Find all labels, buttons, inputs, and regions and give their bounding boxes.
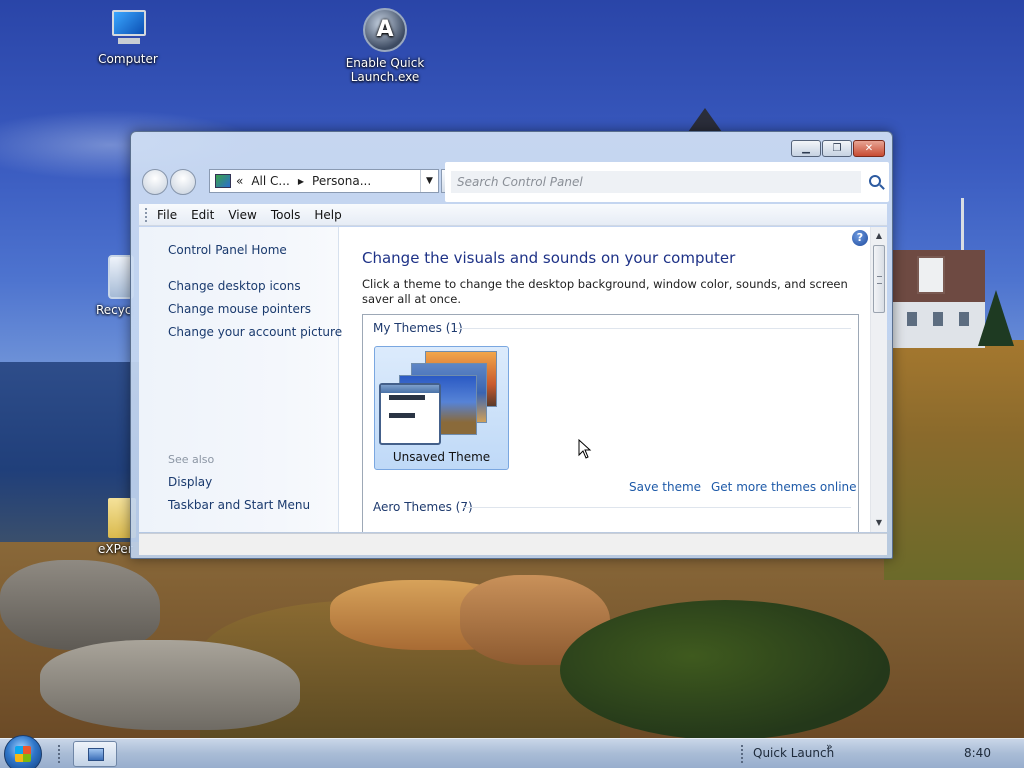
- save-theme-link[interactable]: Save theme: [629, 480, 701, 494]
- search-icon[interactable]: [869, 175, 881, 187]
- taskbar-grip[interactable]: [58, 745, 62, 763]
- taskbar-button-personalization[interactable]: [73, 741, 117, 767]
- mouse-cursor-icon: [578, 439, 592, 459]
- vertical-scrollbar[interactable]: ▲ ▼: [870, 227, 887, 532]
- menu-bar: File Edit View Tools Help: [139, 204, 887, 226]
- close-button[interactable]: ✕: [853, 140, 885, 157]
- wallpaper-tower: [688, 108, 722, 132]
- menu-grip: [145, 208, 148, 222]
- theme-name: Unsaved Theme: [392, 450, 491, 464]
- change-account-picture-link[interactable]: Change your account picture: [168, 325, 342, 339]
- wallpaper-rock: [40, 640, 300, 730]
- themes-list: My Themes (1) Unsaved Theme Save theme G…: [362, 314, 859, 532]
- theme-thumbnail: [379, 351, 505, 447]
- back-button[interactable]: [142, 169, 168, 195]
- breadcrumb-separator-icon[interactable]: ▶: [298, 177, 304, 186]
- personalization-window: ▁ ❐ ✕ « All C... ▶ Persona... ▼ ↻ Search…: [130, 131, 893, 559]
- quick-launch-chevron-icon[interactable]: »: [826, 740, 833, 753]
- desktop-icon-label: eXPer: [98, 542, 133, 556]
- desktop-icon-computer[interactable]: Computer: [68, 10, 188, 66]
- main-pane: Change the visuals and sounds on your co…: [362, 227, 867, 532]
- start-button[interactable]: [4, 735, 42, 768]
- window-app-icon: [88, 748, 104, 761]
- page-title: Change the visuals and sounds on your co…: [362, 249, 736, 267]
- taskbar-grip[interactable]: [741, 745, 745, 763]
- taskbar-start-menu-link[interactable]: Taskbar and Start Menu: [168, 498, 310, 512]
- navigation-bar: « All C... ▶ Persona... ▼ ↻ Search Contr…: [139, 162, 889, 202]
- close-icon: ✕: [864, 143, 874, 154]
- page-description: Click a theme to change the desktop back…: [362, 277, 848, 306]
- menu-file[interactable]: File: [157, 208, 177, 222]
- get-more-themes-link[interactable]: Get more themes online: [711, 480, 857, 494]
- wallpaper-bush: [560, 600, 890, 738]
- scroll-down-icon[interactable]: ▼: [871, 516, 887, 530]
- wallpaper-tree: [978, 290, 1014, 346]
- control-panel-icon: [215, 174, 231, 188]
- quick-launch-app-icon: A: [363, 8, 407, 52]
- scroll-thumb[interactable]: [873, 245, 885, 313]
- see-also-heading: See also: [168, 453, 215, 466]
- desktop-icon-label: Computer: [98, 52, 158, 66]
- group-divider: [455, 328, 851, 329]
- content-area: Control Panel Home Change desktop icons …: [139, 227, 887, 532]
- quick-launch-toolbar[interactable]: Quick Launch: [753, 746, 834, 760]
- aero-themes-heading: Aero Themes (7): [373, 500, 473, 514]
- theme-tile-unsaved[interactable]: Unsaved Theme: [374, 346, 509, 470]
- search-input[interactable]: Search Control Panel: [451, 171, 861, 193]
- address-bar[interactable]: « All C... ▶ Persona... ▼: [209, 169, 439, 193]
- change-mouse-pointers-link[interactable]: Change mouse pointers: [168, 302, 311, 316]
- menu-help[interactable]: Help: [314, 208, 341, 222]
- clock[interactable]: 8:40: [964, 746, 991, 760]
- desktop-icon-label: Recyc: [96, 303, 132, 317]
- minimize-icon: ▁: [802, 143, 810, 154]
- breadcrumb-overflow[interactable]: «: [236, 174, 243, 188]
- menu-edit[interactable]: Edit: [191, 208, 214, 222]
- menu-tools[interactable]: Tools: [271, 208, 301, 222]
- display-link[interactable]: Display: [168, 475, 212, 489]
- wallpaper-rock: [0, 560, 160, 650]
- taskbar: Quick Launch » 8:40: [0, 735, 1024, 768]
- wallpaper-house: [893, 250, 985, 348]
- search-box: Search Control Panel: [445, 162, 889, 202]
- group-divider: [463, 507, 851, 508]
- menu-view[interactable]: View: [228, 208, 256, 222]
- my-themes-heading: My Themes (1): [373, 321, 463, 335]
- control-panel-home-link[interactable]: Control Panel Home: [168, 243, 287, 257]
- restore-button[interactable]: ❐: [822, 140, 852, 157]
- breadcrumb-personalization[interactable]: Persona...: [312, 174, 371, 188]
- scroll-up-icon[interactable]: ▲: [871, 229, 887, 243]
- windows-logo-icon: [15, 746, 31, 762]
- computer-icon: [106, 10, 150, 48]
- task-pane: Control Panel Home Change desktop icons …: [139, 227, 342, 532]
- address-dropdown-icon[interactable]: ▼: [420, 170, 438, 192]
- status-bar: [139, 533, 887, 555]
- restore-icon: ❐: [832, 143, 842, 154]
- wallpaper-field: [884, 340, 1024, 580]
- minimize-button[interactable]: ▁: [791, 140, 821, 157]
- caption-buttons: ▁ ❐ ✕: [791, 140, 885, 157]
- breadcrumb-all-control-panel[interactable]: All C...: [251, 174, 290, 188]
- change-desktop-icons-link[interactable]: Change desktop icons: [168, 279, 301, 293]
- desktop-icon-enable-quick-launch[interactable]: A Enable Quick Launch.exe: [323, 8, 447, 84]
- forward-button[interactable]: [170, 169, 196, 195]
- desktop-icon-label: Enable Quick Launch.exe: [345, 56, 425, 84]
